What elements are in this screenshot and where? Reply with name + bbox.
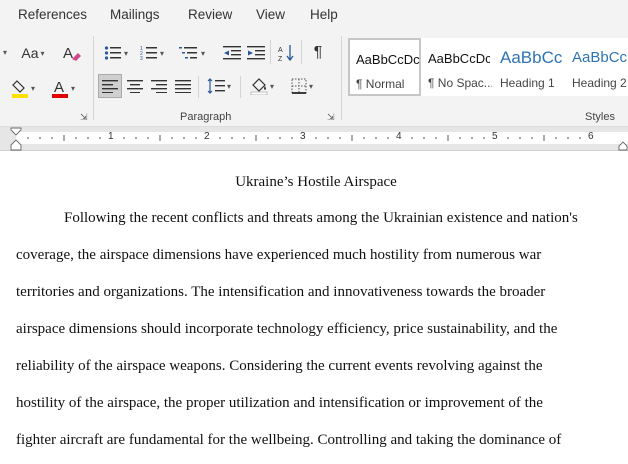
ruler-number: 4 (396, 131, 402, 142)
style-normal[interactable]: AaBbCcDc ¶ Normal (348, 38, 421, 96)
bullets-icon (104, 46, 121, 60)
ruler-number: 6 (588, 131, 594, 142)
style-sample: AaBbCcD (572, 49, 628, 66)
justify-button[interactable] (171, 74, 195, 98)
chevron-down-icon: ▾ (30, 83, 35, 93)
change-case-label: Aa (21, 45, 39, 61)
clear-formatting-icon: A (63, 45, 81, 62)
tab-mailings[interactable]: Mailings (110, 7, 160, 22)
horizontal-ruler[interactable]: 1 2 3 4 5 6 (0, 127, 628, 151)
svg-text:A: A (63, 45, 73, 62)
document-page[interactable]: Ukraine’s Hostile Airspace Following the… (0, 152, 628, 464)
style-sample: AaBbCc (500, 48, 562, 67)
body-line: hostility of the airspace, the proper ut… (16, 395, 543, 411)
decrease-indent-button[interactable] (221, 42, 243, 64)
bullets-button[interactable]: ▾ (100, 42, 132, 64)
increase-indent-icon (247, 46, 265, 60)
svg-text:A: A (54, 79, 64, 96)
decrease-indent-icon (223, 46, 241, 60)
group-divider (341, 36, 342, 120)
align-left-icon (102, 80, 118, 93)
ribbon-tab-bar: References Mailings Review View Help (0, 0, 628, 32)
align-right-button[interactable] (147, 74, 171, 98)
svg-text:3: 3 (140, 56, 143, 61)
chevron-down-icon: ▾ (308, 81, 313, 91)
ribbon: ▾ Aa ▾ A ▾ A ▾ ⇲ ▾ 1 2 3 ▾ ▾ A Z ¶ ▾ ▾ ▾… (0, 32, 628, 127)
paragraph-group-label: Paragraph (180, 111, 232, 123)
align-right-icon (151, 80, 167, 93)
style-name: ¶ Normal (356, 77, 405, 91)
style-name: ¶ No Spac... (428, 76, 492, 90)
chevron-down-icon: ▾ (123, 48, 128, 58)
line-spacing-icon (207, 78, 225, 94)
change-case-button[interactable]: Aa ▾ (18, 42, 48, 64)
chevron-down-icon: ▾ (40, 48, 45, 58)
style-heading-1[interactable]: AaBbCc Heading 1 (493, 38, 565, 96)
tab-help[interactable]: Help (310, 7, 338, 22)
group-divider (240, 76, 241, 98)
chevron-down-icon: ▾ (200, 48, 205, 58)
style-name: Heading 1 (500, 76, 555, 90)
chevron-down-icon: ▾ (159, 48, 164, 58)
font-dialog-launcher-icon[interactable]: ⇲ (80, 112, 88, 123)
style-heading-2[interactable]: AaBbCcD Heading 2 (565, 38, 628, 96)
group-divider (198, 76, 199, 98)
group-divider (270, 40, 271, 64)
body-line: territories and organizations. The inten… (16, 284, 546, 300)
body-line: coverage, the airspace dimensions have e… (16, 247, 542, 263)
align-center-icon (127, 80, 143, 93)
ruler-number: 3 (300, 131, 306, 142)
ruler-number: 2 (204, 131, 210, 142)
style-sample: AaBbCcDc (356, 52, 420, 67)
svg-text:A: A (278, 47, 283, 54)
ruler-ticks (27, 135, 581, 141)
numbering-button[interactable]: 1 2 3 ▾ (136, 42, 168, 64)
borders-icon (291, 78, 307, 94)
paint-bucket-icon (250, 78, 268, 95)
sort-icon: A Z (278, 45, 294, 62)
chevron-down-icon: ▾ (70, 83, 75, 93)
line-spacing-button[interactable]: ▾ (203, 74, 235, 98)
numbering-icon: 1 2 3 (140, 46, 157, 61)
chevron-down-icon: ▾ (226, 81, 231, 91)
chevron-down-icon: ▾ (269, 81, 274, 91)
increase-indent-button[interactable] (245, 42, 267, 64)
group-divider (301, 40, 302, 64)
body-line: reliability of the airspace weapons. Con… (16, 358, 543, 374)
style-no-spacing[interactable]: AaBbCcDc ¶ No Spac... (421, 38, 493, 96)
style-name: Heading 2 (572, 76, 627, 90)
justify-icon (175, 80, 191, 93)
svg-text:Z: Z (278, 56, 283, 62)
indent-marker-icon[interactable] (10, 127, 22, 151)
font-size-arrow-icon[interactable]: ▾ (0, 42, 10, 62)
borders-button[interactable]: ▾ (284, 74, 320, 98)
shading-button[interactable]: ▾ (245, 74, 279, 98)
font-color-icon: A (51, 79, 68, 98)
ruler-number: 1 (108, 131, 114, 142)
highlighter-icon (11, 80, 28, 98)
tab-review[interactable]: Review (188, 7, 232, 22)
style-sample: AaBbCcDc (428, 51, 490, 66)
group-divider (93, 36, 94, 120)
styles-group-label: Styles (585, 111, 615, 123)
right-indent-marker-icon[interactable] (618, 139, 628, 151)
clear-formatting-button[interactable]: A (60, 42, 84, 64)
align-left-button[interactable] (98, 74, 122, 98)
multilevel-list-button[interactable]: ▾ (174, 42, 210, 64)
show-formatting-marks-button[interactable]: ¶ (307, 42, 329, 64)
paragraph-dialog-launcher-icon[interactable]: ⇲ (327, 112, 335, 123)
pilcrow-icon: ¶ (313, 44, 323, 61)
body-line: fighter aircraft are fundamental for the… (16, 432, 562, 448)
tab-references[interactable]: References (18, 7, 87, 22)
highlight-color-button[interactable]: ▾ (6, 76, 40, 100)
multilevel-list-icon (178, 47, 197, 59)
body-line: Following the recent conflicts and threa… (64, 210, 578, 226)
tab-view[interactable]: View (256, 7, 285, 22)
font-color-button[interactable]: A ▾ (46, 76, 80, 100)
ruler-number: 5 (492, 131, 498, 142)
document-title: Ukraine’s Hostile Airspace (235, 174, 397, 190)
sort-button[interactable]: A Z (276, 42, 298, 64)
body-line: airspace dimensions should incorporate t… (16, 321, 558, 337)
align-center-button[interactable] (123, 74, 147, 98)
